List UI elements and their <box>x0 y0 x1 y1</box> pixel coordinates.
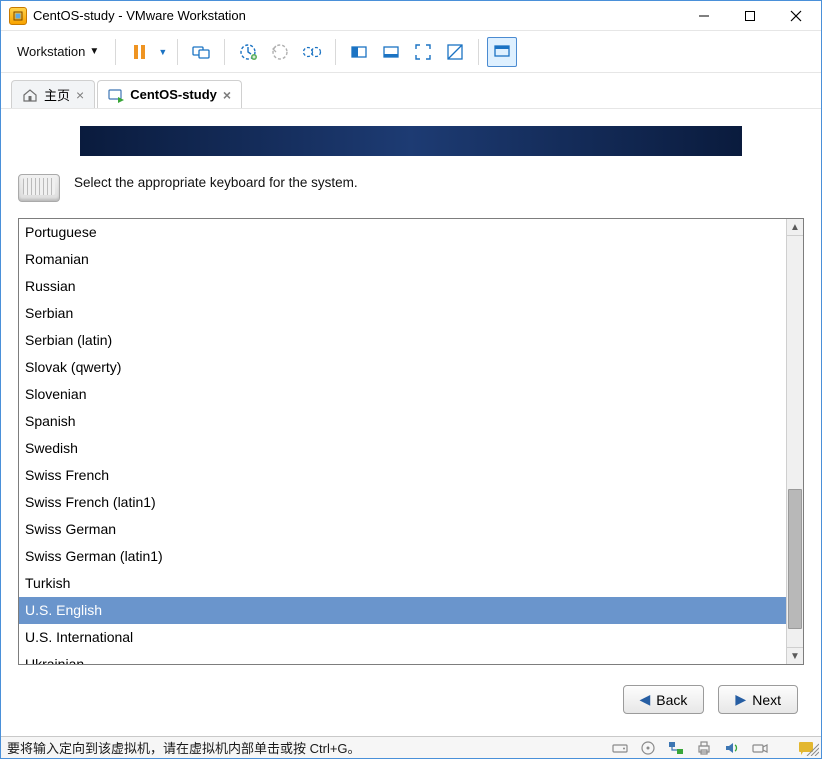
list-item[interactable]: Slovak (qwerty) <box>19 354 786 381</box>
snapshot-take-button[interactable] <box>233 37 263 67</box>
instruction-text: Select the appropriate keyboard for the … <box>74 174 358 192</box>
next-button[interactable]: ▶ Next <box>718 685 798 714</box>
tab-bar: 主页 × CentOS-study × <box>1 73 821 109</box>
scroll-down-icon[interactable]: ▼ <box>787 647 803 664</box>
next-button-label: Next <box>752 692 781 708</box>
arrow-left-icon: ◀ <box>640 691 651 708</box>
vmware-app-icon <box>9 7 27 25</box>
back-button[interactable]: ◀ Back <box>623 685 705 714</box>
tab-home-label: 主页 <box>44 85 70 104</box>
toolbar-separator <box>177 39 178 65</box>
toolbar-separator <box>478 39 479 65</box>
list-item[interactable]: Swiss German <box>19 516 786 543</box>
tab-home[interactable]: 主页 × <box>11 80 95 108</box>
maximize-button[interactable] <box>727 2 773 30</box>
snapshot-manager-button[interactable] <box>297 37 327 67</box>
minimize-button[interactable] <box>681 2 727 30</box>
list-item[interactable]: Ukrainian <box>19 651 786 664</box>
sound-icon[interactable] <box>723 739 741 757</box>
toolbar: Workstation ▼ ▼ <box>1 31 821 73</box>
keyboard-icon <box>18 174 60 202</box>
fullscreen-button[interactable] <box>408 37 438 67</box>
scrollbar[interactable]: ▲ ▼ <box>786 219 803 664</box>
tab-close-icon[interactable]: × <box>223 87 231 103</box>
status-devices <box>611 739 821 757</box>
titlebar: CentOS-study - VMware Workstation <box>1 1 821 31</box>
instruction-row: Select the appropriate keyboard for the … <box>10 156 812 212</box>
list-item[interactable]: Swiss German (latin1) <box>19 543 786 570</box>
arrow-right-icon: ▶ <box>735 691 746 708</box>
list-item[interactable]: U.S. English <box>19 597 786 624</box>
list-item[interactable]: Portuguese <box>19 219 786 246</box>
show-console-button[interactable] <box>344 37 374 67</box>
list-item[interactable]: Swiss French (latin1) <box>19 489 786 516</box>
harddisk-icon[interactable] <box>611 739 629 757</box>
list-item[interactable]: Russian <box>19 273 786 300</box>
keyboard-list-container: PortugueseRomanianRussianSerbianSerbian … <box>18 218 804 665</box>
cd-icon[interactable] <box>639 739 657 757</box>
window-title: CentOS-study - VMware Workstation <box>33 8 681 23</box>
toolbar-separator <box>335 39 336 65</box>
back-button-label: Back <box>656 692 687 708</box>
power-menu-caret-icon[interactable]: ▼ <box>156 47 169 57</box>
list-item[interactable]: Slovenian <box>19 381 786 408</box>
scroll-up-icon[interactable]: ▲ <box>787 219 803 236</box>
unity-button[interactable] <box>440 37 470 67</box>
status-bar: 要将输入定向到该虚拟机，请在虚拟机内部单击或按 Ctrl+G。 <box>1 736 821 758</box>
camera-icon[interactable] <box>751 739 769 757</box>
list-item[interactable]: Swedish <box>19 435 786 462</box>
list-item[interactable]: Serbian <box>19 300 786 327</box>
list-item[interactable]: Spanish <box>19 408 786 435</box>
keyboard-listbox[interactable]: PortugueseRomanianRussianSerbianSerbian … <box>19 219 786 664</box>
installer-banner <box>80 126 742 156</box>
toolbar-separator <box>115 39 116 65</box>
home-icon <box>22 87 38 103</box>
pause-button[interactable] <box>124 37 154 67</box>
tab-vm[interactable]: CentOS-study × <box>97 80 242 108</box>
snapshot-revert-button[interactable] <box>265 37 295 67</box>
printer-icon[interactable] <box>695 739 713 757</box>
send-keys-button[interactable] <box>186 37 216 67</box>
network-icon[interactable] <box>667 739 685 757</box>
list-item[interactable]: Serbian (latin) <box>19 327 786 354</box>
tab-vm-label: CentOS-study <box>130 87 217 102</box>
workstation-menu[interactable]: Workstation ▼ <box>9 37 107 67</box>
fullscreen-single-button[interactable] <box>376 37 406 67</box>
list-item[interactable]: Swiss French <box>19 462 786 489</box>
close-button[interactable] <box>773 2 819 30</box>
vm-display[interactable]: Select the appropriate keyboard for the … <box>10 111 812 728</box>
stretch-guest-button[interactable] <box>487 37 517 67</box>
window-controls <box>681 2 819 30</box>
vm-icon <box>108 87 124 103</box>
toolbar-separator <box>224 39 225 65</box>
list-item[interactable]: Turkish <box>19 570 786 597</box>
dropdown-caret-icon: ▼ <box>89 46 99 57</box>
list-item[interactable]: U.S. International <box>19 624 786 651</box>
nav-buttons: ◀ Back ▶ Next <box>10 665 812 728</box>
workstation-menu-label: Workstation <box>17 44 85 59</box>
scroll-thumb[interactable] <box>788 489 802 629</box>
status-hint: 要将输入定向到该虚拟机，请在虚拟机内部单击或按 Ctrl+G。 <box>7 738 361 757</box>
list-item[interactable]: Romanian <box>19 246 786 273</box>
tab-close-icon[interactable]: × <box>76 87 84 103</box>
resize-grip-icon[interactable] <box>803 740 819 756</box>
